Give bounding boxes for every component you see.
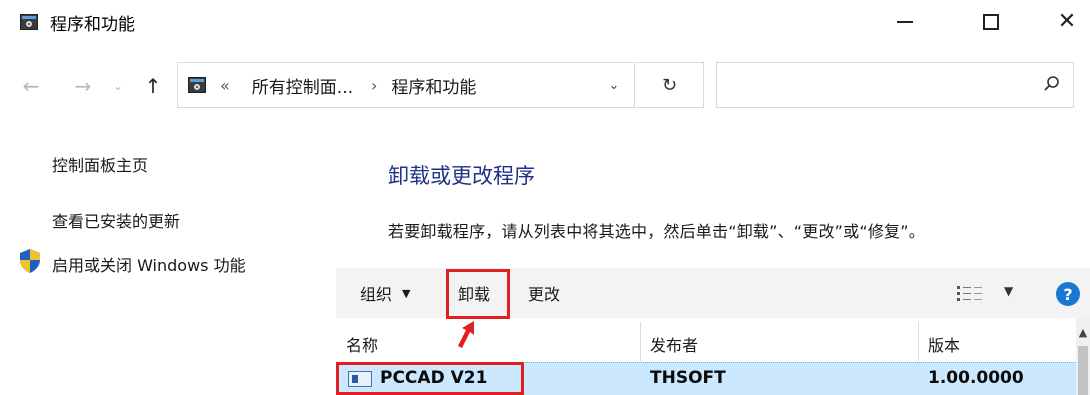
change-button[interactable]: 更改	[528, 276, 560, 310]
organize-button[interactable]: 组织 ▼	[360, 276, 410, 310]
search-icon[interactable]	[1040, 72, 1064, 96]
page-description: 若要卸载程序，请从列表中将其选中，然后单击“卸载”、“更改”或“修复”。	[388, 222, 925, 241]
column-header-version[interactable]: 版本	[928, 328, 960, 360]
sidebar-item-installed-updates[interactable]: 查看已安装的更新	[52, 208, 180, 232]
breadcrumb-all-control-panel[interactable]: 所有控制面...	[252, 73, 353, 98]
organize-label: 组织	[360, 285, 393, 304]
help-icon[interactable]: ?	[1056, 282, 1080, 306]
maximize-icon	[983, 14, 999, 30]
sidebar-item-control-panel-home[interactable]: 控制面板主页	[52, 152, 148, 176]
column-divider[interactable]	[640, 322, 641, 362]
control-panel-icon	[20, 14, 38, 30]
address-bar[interactable]: « 所有控制面... › 程序和功能	[177, 62, 635, 108]
breadcrumb-programs[interactable]: 程序和功能	[391, 73, 476, 98]
recent-locations-button[interactable]: ⌄	[106, 66, 130, 106]
program-version[interactable]: 1.00.0000	[928, 368, 1024, 388]
sidebar-item-windows-features[interactable]: 启用或关闭 Windows 功能	[52, 252, 246, 276]
column-header-name[interactable]: 名称	[346, 328, 378, 360]
back-button[interactable]: ←	[16, 66, 46, 106]
column-header-publisher[interactable]: 发布者	[650, 328, 698, 360]
program-publisher[interactable]: THSOFT	[650, 368, 726, 388]
column-divider[interactable]	[918, 322, 919, 362]
chevron-down-icon: ⌄	[608, 77, 620, 93]
minimize-icon	[897, 21, 913, 23]
up-arrow-icon: ↑	[144, 74, 162, 98]
up-button[interactable]: ↑	[138, 66, 168, 106]
shield-icon	[20, 249, 40, 273]
forward-arrow-icon: →	[74, 74, 92, 98]
refresh-icon: ↻	[661, 74, 678, 96]
minimize-button[interactable]	[880, 4, 930, 40]
window-title: 程序和功能	[50, 15, 135, 35]
scrollbar-thumb[interactable]	[1078, 346, 1088, 395]
page-title: 卸载或更改程序	[388, 164, 535, 188]
breadcrumb-separator: ›	[371, 75, 378, 95]
address-dropdown-button[interactable]: ⌄	[594, 62, 634, 108]
back-arrow-icon: ←	[22, 74, 40, 98]
control-panel-icon	[188, 77, 206, 93]
caret-down-icon: ▼	[402, 286, 411, 300]
close-icon: ✕	[1057, 9, 1077, 34]
view-options-icon[interactable]	[956, 284, 988, 302]
close-button[interactable]: ✕	[1042, 4, 1090, 40]
search-input[interactable]	[716, 62, 1074, 108]
program-highlight-box	[336, 362, 524, 395]
uninstall-highlight-box	[446, 269, 510, 319]
refresh-button[interactable]: ↻	[636, 62, 704, 108]
chevron-down-icon: ⌄	[112, 79, 124, 93]
breadcrumb-overflow[interactable]: «	[220, 76, 230, 95]
maximize-button[interactable]	[966, 4, 1016, 40]
scroll-up-icon[interactable]: ▲	[1076, 326, 1090, 339]
forward-button[interactable]: →	[68, 66, 98, 106]
annotation-arrow-icon	[458, 321, 474, 348]
view-dropdown-icon[interactable]: ▼	[1004, 284, 1013, 298]
